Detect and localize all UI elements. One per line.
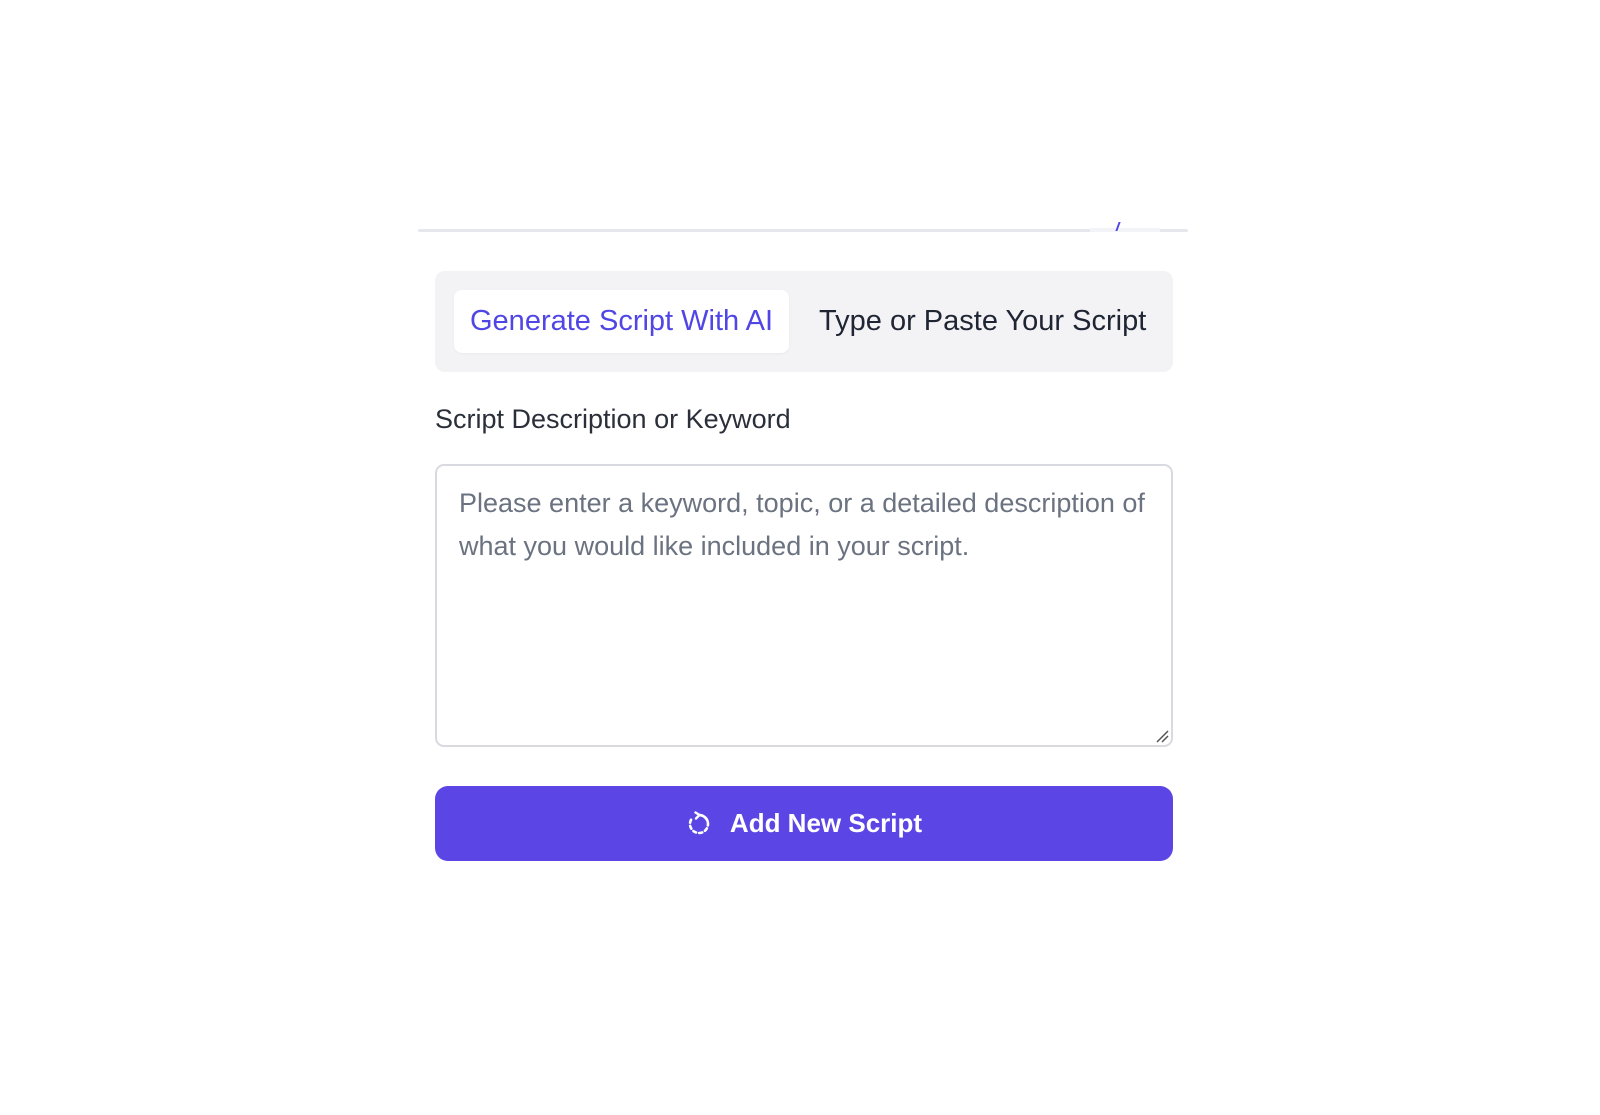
script-description-label: Script Description or Keyword	[435, 404, 791, 434]
tab-generate-with-ai[interactable]: Generate Script With AI	[454, 290, 790, 353]
script-description-input[interactable]	[435, 464, 1173, 747]
add-new-script-label: Add New Script	[729, 808, 923, 838]
page: Generate Script With AI Type or Paste Yo…	[0, 0, 1600, 1115]
add-new-script-button[interactable]: Add New Script	[435, 786, 1173, 861]
script-description-field-wrapper	[435, 464, 1173, 747]
resize-handle-icon[interactable]	[1153, 727, 1169, 743]
refresh-icon	[686, 810, 712, 837]
top-divider	[418, 229, 1188, 232]
script-mode-tabs: Generate Script With AI Type or Paste Yo…	[435, 271, 1173, 372]
top-divider-segment	[1090, 228, 1160, 232]
tab-type-or-paste[interactable]: Type or Paste Your Script	[803, 290, 1162, 353]
